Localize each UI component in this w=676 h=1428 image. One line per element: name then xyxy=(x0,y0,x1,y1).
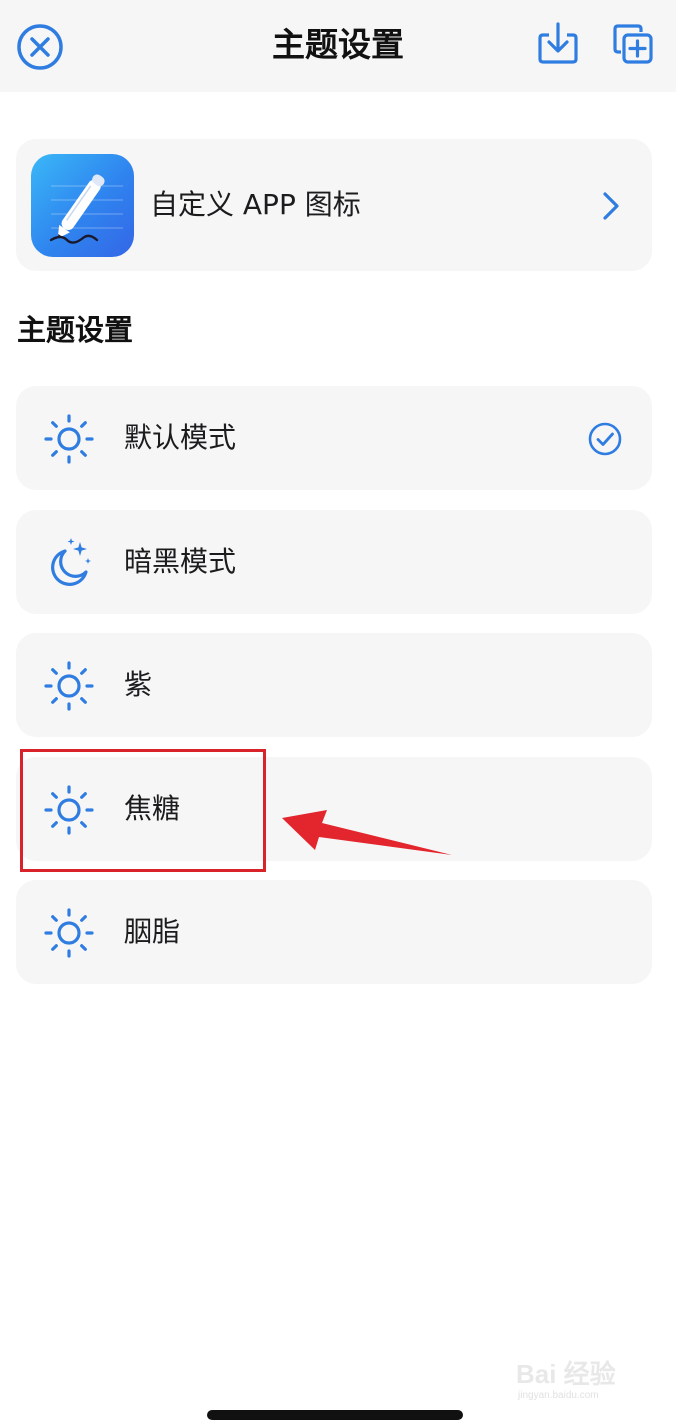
moon-stars-icon xyxy=(51,538,91,586)
theme-label: 焦糖 xyxy=(124,792,181,825)
theme-label: 默认模式 xyxy=(124,421,237,454)
section-title: 主题设置 xyxy=(17,313,134,347)
custom-app-icon-row[interactable]: 自定义 APP 图标 xyxy=(16,139,652,271)
chevron-right-icon xyxy=(603,192,619,220)
theme-row-caramel[interactable]: 焦糖 xyxy=(16,757,652,861)
theme-label: 胭脂 xyxy=(124,915,181,948)
sun-icon xyxy=(44,908,94,958)
home-indicator[interactable] xyxy=(207,1410,463,1420)
theme-row-default[interactable]: 默认模式 xyxy=(16,386,652,490)
watermark: Bai 经验 jingyan.baidu.com xyxy=(516,1350,646,1410)
navigation-bar: 主题设置 xyxy=(0,0,676,92)
theme-row-rouge[interactable]: 胭脂 xyxy=(16,880,652,984)
duplicate-plus-icon xyxy=(613,24,653,64)
sun-icon xyxy=(44,785,94,835)
tray-download-icon xyxy=(538,22,578,64)
duplicate-button[interactable] xyxy=(611,22,655,66)
theme-label: 暗黑模式 xyxy=(124,545,237,578)
download-button[interactable] xyxy=(536,20,580,66)
watermark-url: jingyan.baidu.com xyxy=(518,1390,599,1401)
sun-icon xyxy=(44,661,94,711)
custom-app-icon-label: 自定义 APP 图标 xyxy=(150,188,361,221)
watermark-brand: Bai 经验 xyxy=(516,1359,616,1389)
sun-icon xyxy=(44,414,94,464)
theme-row-purple[interactable]: 紫 xyxy=(16,633,652,737)
checkmark-circle-icon xyxy=(588,422,622,456)
pen-app-icon xyxy=(31,154,134,257)
theme-label: 紫 xyxy=(124,668,153,701)
theme-row-dark[interactable]: 暗黑模式 xyxy=(16,510,652,614)
